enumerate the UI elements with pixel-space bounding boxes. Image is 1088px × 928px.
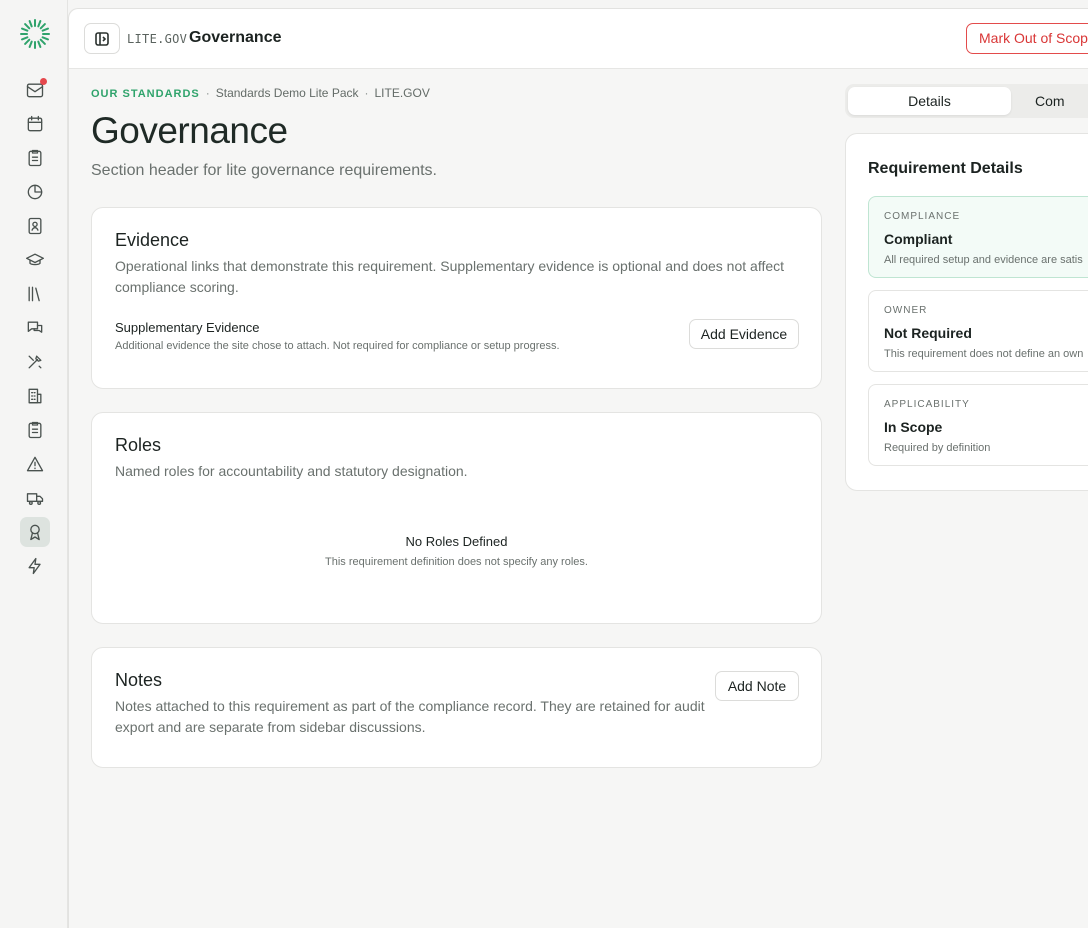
tools-icon[interactable] (22, 349, 48, 375)
compliance-value: Compliant (884, 231, 953, 247)
mark-out-of-scope-button[interactable]: Mark Out of Scope (966, 23, 1088, 54)
page-title: Governance (91, 110, 288, 151)
roles-title: Roles (115, 435, 162, 455)
contact-book-icon[interactable] (22, 213, 48, 239)
requirement-details-title: Requirement Details (868, 160, 1023, 177)
tab-details[interactable]: Details (848, 87, 1011, 115)
owner-card: OWNER Not Required This requirement does… (868, 290, 1088, 372)
empty-state-description: This requirement definition does not spe… (325, 556, 588, 568)
evidence-title: Evidence (115, 230, 190, 250)
compliance-card: COMPLIANCE Compliant All required setup … (868, 196, 1088, 278)
applicability-card: APPLICABILITY In Scope Required by defin… (868, 384, 1088, 466)
app-logo-icon[interactable] (19, 18, 51, 50)
compliance-note: All required setup and evidence are sati… (884, 254, 1083, 266)
calendar-icon[interactable] (22, 111, 48, 137)
building-icon[interactable] (22, 383, 48, 409)
breadcrumb-item[interactable]: OUR STANDARDS (91, 88, 200, 100)
topbar-code: LITE.GOV (127, 32, 188, 46)
add-evidence-button[interactable]: Add Evidence (689, 319, 799, 349)
roles-card: Roles Named roles for accountability and… (91, 412, 822, 624)
detail-tabs: Details Com (845, 84, 1088, 118)
breadcrumb-separator: · (205, 86, 210, 100)
supplementary-evidence-title: Supplementary Evidence (115, 320, 260, 335)
page-subtitle: Section header for lite governance requi… (91, 162, 437, 179)
breadcrumb-item[interactable]: Standards Demo Lite Pack (216, 86, 359, 100)
messages-icon[interactable] (22, 315, 48, 341)
roles-description: Named roles for accountability and statu… (115, 463, 468, 479)
evidence-description: Operational links that demonstrate this … (115, 258, 785, 295)
applicability-label: APPLICABILITY (884, 399, 970, 410)
pie-chart-icon[interactable] (22, 179, 48, 205)
clipboard-list-icon[interactable] (22, 145, 48, 171)
truck-icon[interactable] (22, 485, 48, 511)
empty-state-title: No Roles Defined (405, 534, 508, 549)
notification-dot (40, 78, 47, 85)
applicability-note: Required by definition (884, 442, 991, 454)
evidence-card: Evidence Operational links that demonstr… (91, 207, 822, 389)
notes-card: Notes Notes attached to this requirement… (91, 647, 822, 768)
main-panel: LITE.GOV Governance Mark Out of Scope OU… (68, 8, 1088, 928)
topbar-title: Governance (189, 29, 282, 46)
warning-icon[interactable] (22, 451, 48, 477)
owner-label: OWNER (884, 305, 928, 316)
top-bar: LITE.GOV Governance Mark Out of Scope (69, 9, 1088, 69)
owner-note: This requirement does not define an own (884, 348, 1084, 360)
library-icon[interactable] (22, 281, 48, 307)
breadcrumb-item[interactable]: LITE.GOV (375, 86, 430, 100)
applicability-value: In Scope (884, 419, 943, 435)
breadcrumb: OUR STANDARDS · Standards Demo Lite Pack · L… (91, 86, 430, 100)
tab-comments[interactable]: Com (1021, 87, 1088, 115)
supplementary-evidence-description: Additional evidence the site chose to at… (115, 340, 560, 352)
requirement-details-panel: Requirement Details COMPLIANCE Compliant… (845, 133, 1088, 491)
owner-value: Not Required (884, 325, 972, 341)
sidebar-toggle-button[interactable] (84, 23, 120, 54)
sidebar-toggle-icon (95, 31, 109, 46)
graduation-cap-icon[interactable] (22, 247, 48, 273)
award-icon[interactable] (20, 517, 50, 547)
navigation-rail (0, 0, 68, 928)
breadcrumb-separator: · (364, 86, 369, 100)
notes-description: Notes attached to this requirement as pa… (115, 698, 705, 735)
inbox-icon[interactable] (22, 77, 48, 103)
lightning-icon[interactable] (22, 553, 48, 579)
add-note-button[interactable]: Add Note (715, 671, 799, 701)
notes-title: Notes (115, 670, 163, 690)
compliance-label: COMPLIANCE (884, 211, 961, 222)
clipboard-check-icon[interactable] (22, 417, 48, 443)
